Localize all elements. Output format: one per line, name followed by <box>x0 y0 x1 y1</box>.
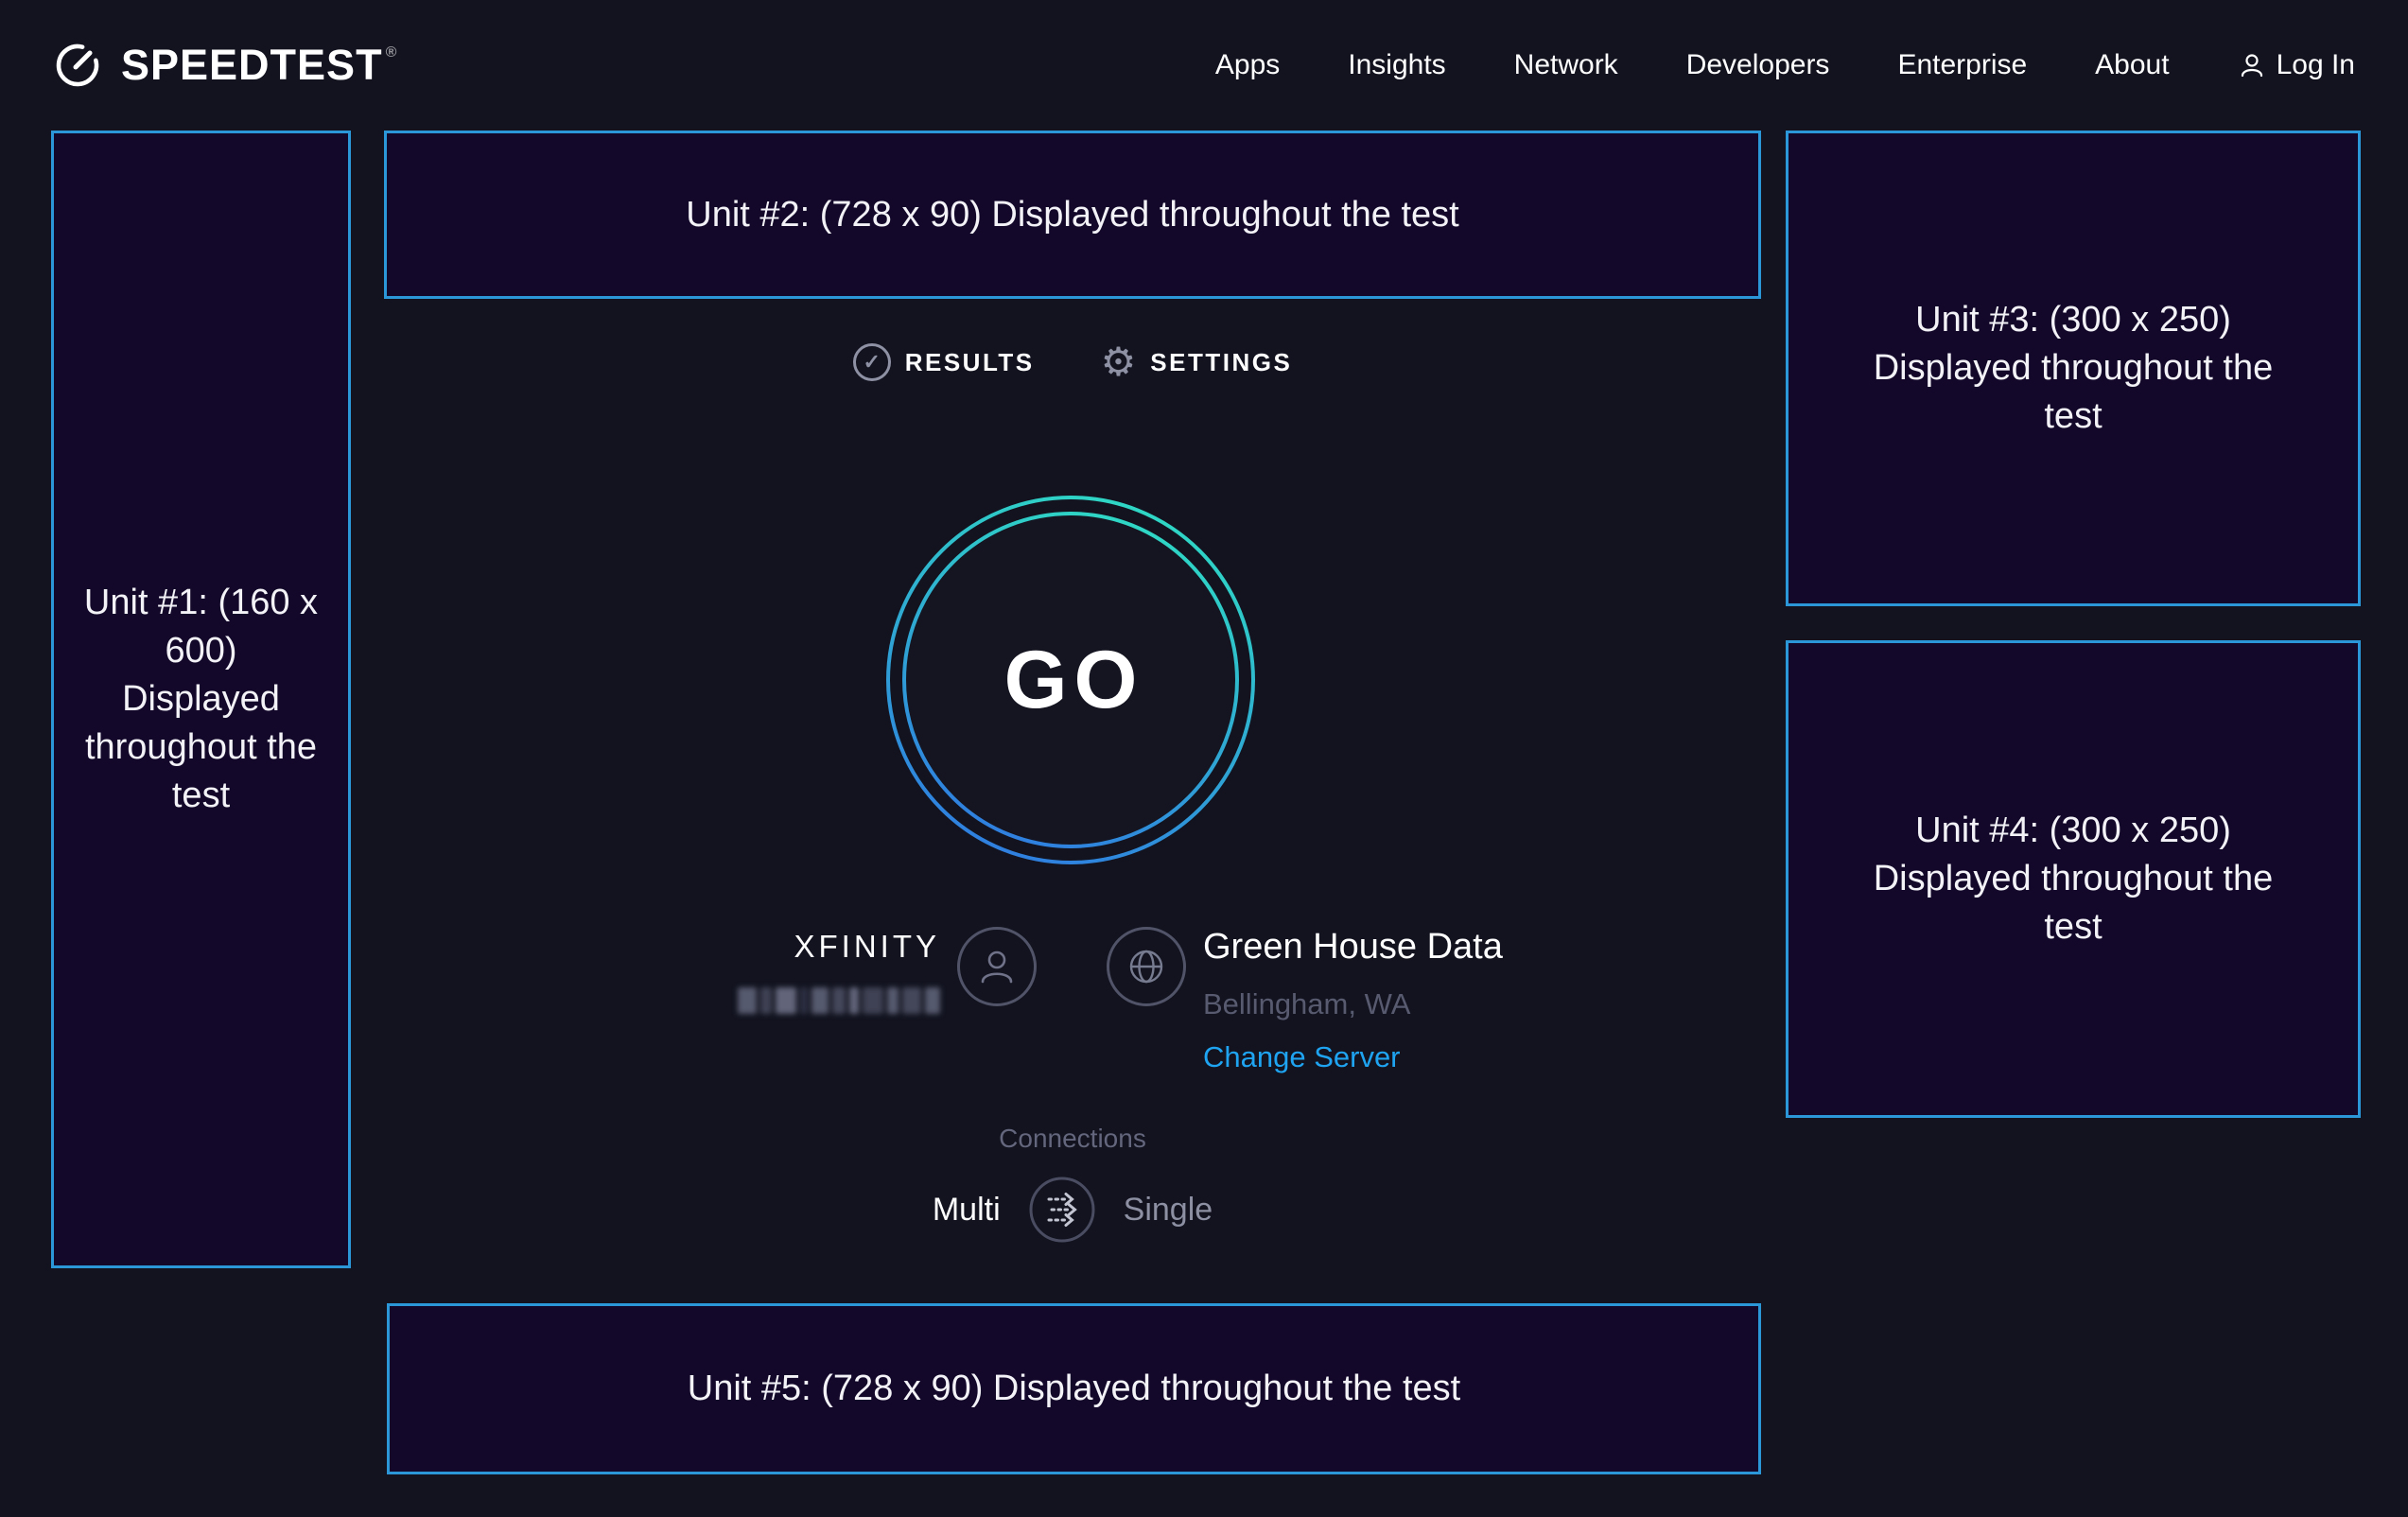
login-button[interactable]: Log In <box>2238 49 2355 81</box>
nav-item-network[interactable]: Network <box>1514 49 1618 81</box>
tab-settings[interactable]: ⚙ SETTINGS <box>1101 342 1293 382</box>
redacted-ip-address <box>738 987 940 1014</box>
tab-settings-label: SETTINGS <box>1150 348 1292 377</box>
isp-user-circle <box>957 927 1037 1006</box>
isp-name: XFINITY <box>738 929 940 965</box>
ad-unit-2-text: Unit #2: (728 x 90) Displayed throughout… <box>686 191 1458 239</box>
server-block: Green House Data Bellingham, WA Change S… <box>1203 927 1503 1074</box>
nav-item-about[interactable]: About <box>2095 49 2169 81</box>
header: SPEEDTEST® Apps Insights Network Develop… <box>0 0 2408 131</box>
go-button[interactable]: GO <box>881 491 1260 869</box>
connections-single-option[interactable]: Single <box>1124 1192 1213 1229</box>
logo-trademark: ® <box>386 44 398 61</box>
ad-unit-3-text: Unit #3: (300 x 250) Displayed throughou… <box>1845 296 2301 441</box>
check-circle-icon: ✓ <box>853 343 891 381</box>
logo-wordmark: SPEEDTEST® <box>121 41 397 90</box>
connections-section: Connections Multi Single <box>384 1124 1761 1245</box>
login-label: Log In <box>2277 49 2355 81</box>
user-icon <box>2238 51 2266 79</box>
ad-unit-5-text: Unit #5: (728 x 90) Displayed throughout… <box>688 1365 1460 1413</box>
go-button-label: GO <box>881 491 1260 869</box>
isp-block: XFINITY <box>738 929 940 1014</box>
user-icon <box>976 946 1018 987</box>
connections-toggle-row: Multi Single <box>384 1175 1761 1245</box>
ad-unit-1: Unit #1: (160 x 600) Displayed throughou… <box>51 131 351 1268</box>
tab-results[interactable]: ✓ RESULTS <box>853 343 1035 381</box>
ad-unit-5: Unit #5: (728 x 90) Displayed throughout… <box>387 1303 1761 1474</box>
speedtest-page: SPEEDTEST® Apps Insights Network Develop… <box>0 0 2408 1517</box>
ad-unit-1-text: Unit #1: (160 x 600) Displayed throughou… <box>82 579 320 820</box>
nav-item-enterprise[interactable]: Enterprise <box>1897 49 2027 81</box>
ad-unit-4: Unit #4: (300 x 250) Displayed throughou… <box>1786 640 2361 1118</box>
gauge-icon <box>53 41 102 90</box>
nav-item-insights[interactable]: Insights <box>1348 49 1445 81</box>
multi-arrows-icon[interactable] <box>1027 1175 1097 1245</box>
ad-unit-3: Unit #3: (300 x 250) Displayed throughou… <box>1786 131 2361 606</box>
ad-unit-4-text: Unit #4: (300 x 250) Displayed throughou… <box>1845 807 2301 951</box>
main-nav: Apps Insights Network Developers Enterpr… <box>1215 49 2355 81</box>
nav-item-apps[interactable]: Apps <box>1215 49 1280 81</box>
globe-icon <box>1125 945 1168 988</box>
connections-multi-option[interactable]: Multi <box>933 1192 1001 1229</box>
gear-icon: ⚙ <box>1101 342 1137 382</box>
tab-results-label: RESULTS <box>905 348 1035 377</box>
server-location: Bellingham, WA <box>1203 987 1503 1021</box>
connections-label: Connections <box>384 1124 1761 1154</box>
tab-bar: ✓ RESULTS ⚙ SETTINGS <box>384 342 1761 382</box>
change-server-link[interactable]: Change Server <box>1203 1040 1401 1074</box>
speedtest-logo[interactable]: SPEEDTEST® <box>53 41 397 90</box>
main-content: ✓ RESULTS ⚙ SETTINGS GO <box>384 299 1761 1303</box>
nav-item-developers[interactable]: Developers <box>1686 49 1830 81</box>
server-name: Green House Data <box>1203 927 1503 968</box>
ad-unit-2: Unit #2: (728 x 90) Displayed throughout… <box>384 131 1761 299</box>
server-globe-circle <box>1107 927 1186 1006</box>
host-server-row: XFINITY Green House Data <box>384 917 1761 1107</box>
